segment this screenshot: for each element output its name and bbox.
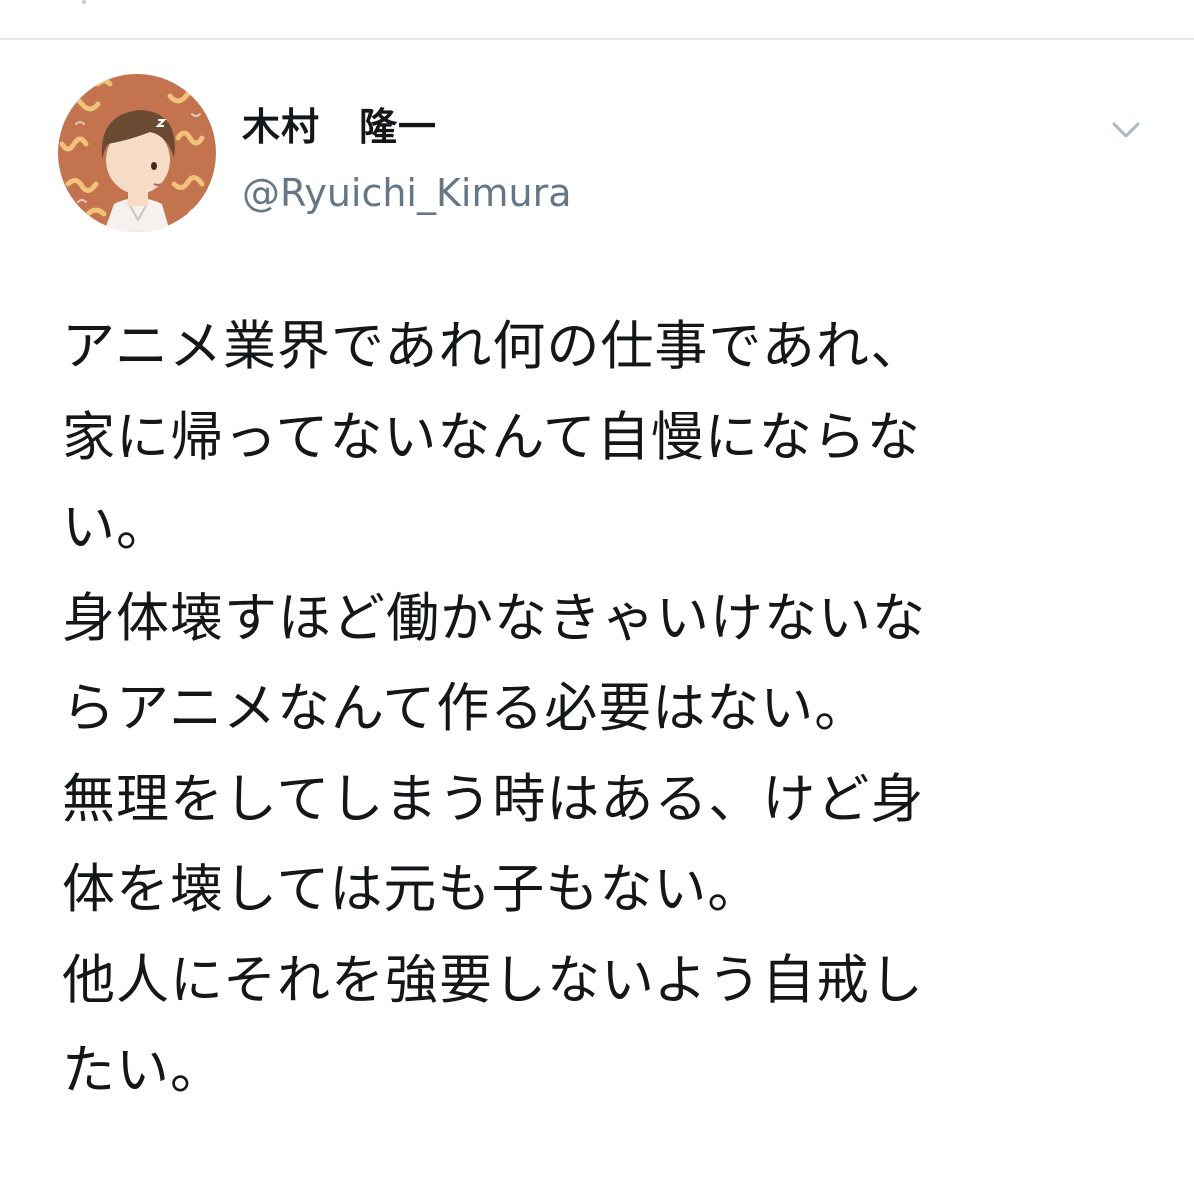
tweet-text-line: アニメ業界であれ何の仕事であれ、 [62,316,925,377]
author-display-name[interactable]: 木村 隆一 [242,102,437,152]
tweet-text-line: 体を壊しては元も子もない。 [62,859,762,920]
tweet-card: 木村 隆一 @Ryuichi_Kimura アニメ業界であれ何の仕事であれ、 家… [0,40,1194,1200]
author-handle[interactable]: @Ryuichi_Kimura [242,168,571,218]
avatar-illustration-icon [58,74,216,232]
tweet-text-line: 家に帰ってないなんて自慢にならな [62,406,921,468]
tweet-menu-button[interactable] [1100,110,1152,150]
tweet-text-line: らアニメなんて作る必要はない。 [62,678,869,739]
tweet-text-line: 他人にそれを強要しないよう自戒し [62,949,924,1011]
tweet-text-line: 無理をしてしまう時はある、けど身 [62,768,925,830]
tweet-text-line: 身体壊すほど働かなきゃいけないな [62,587,926,649]
tweet-text: アニメ業界であれ何の仕事であれ、 家に帰ってないなんて自慢にならな い。 身体壊… [62,302,1142,1117]
top-edge-mark [82,0,86,4]
chevron-down-icon [1112,122,1140,138]
user-avatar[interactable] [58,74,216,232]
tweet-text-line: い。 [62,497,170,558]
tweet-text-line: たい。 [62,1040,224,1101]
